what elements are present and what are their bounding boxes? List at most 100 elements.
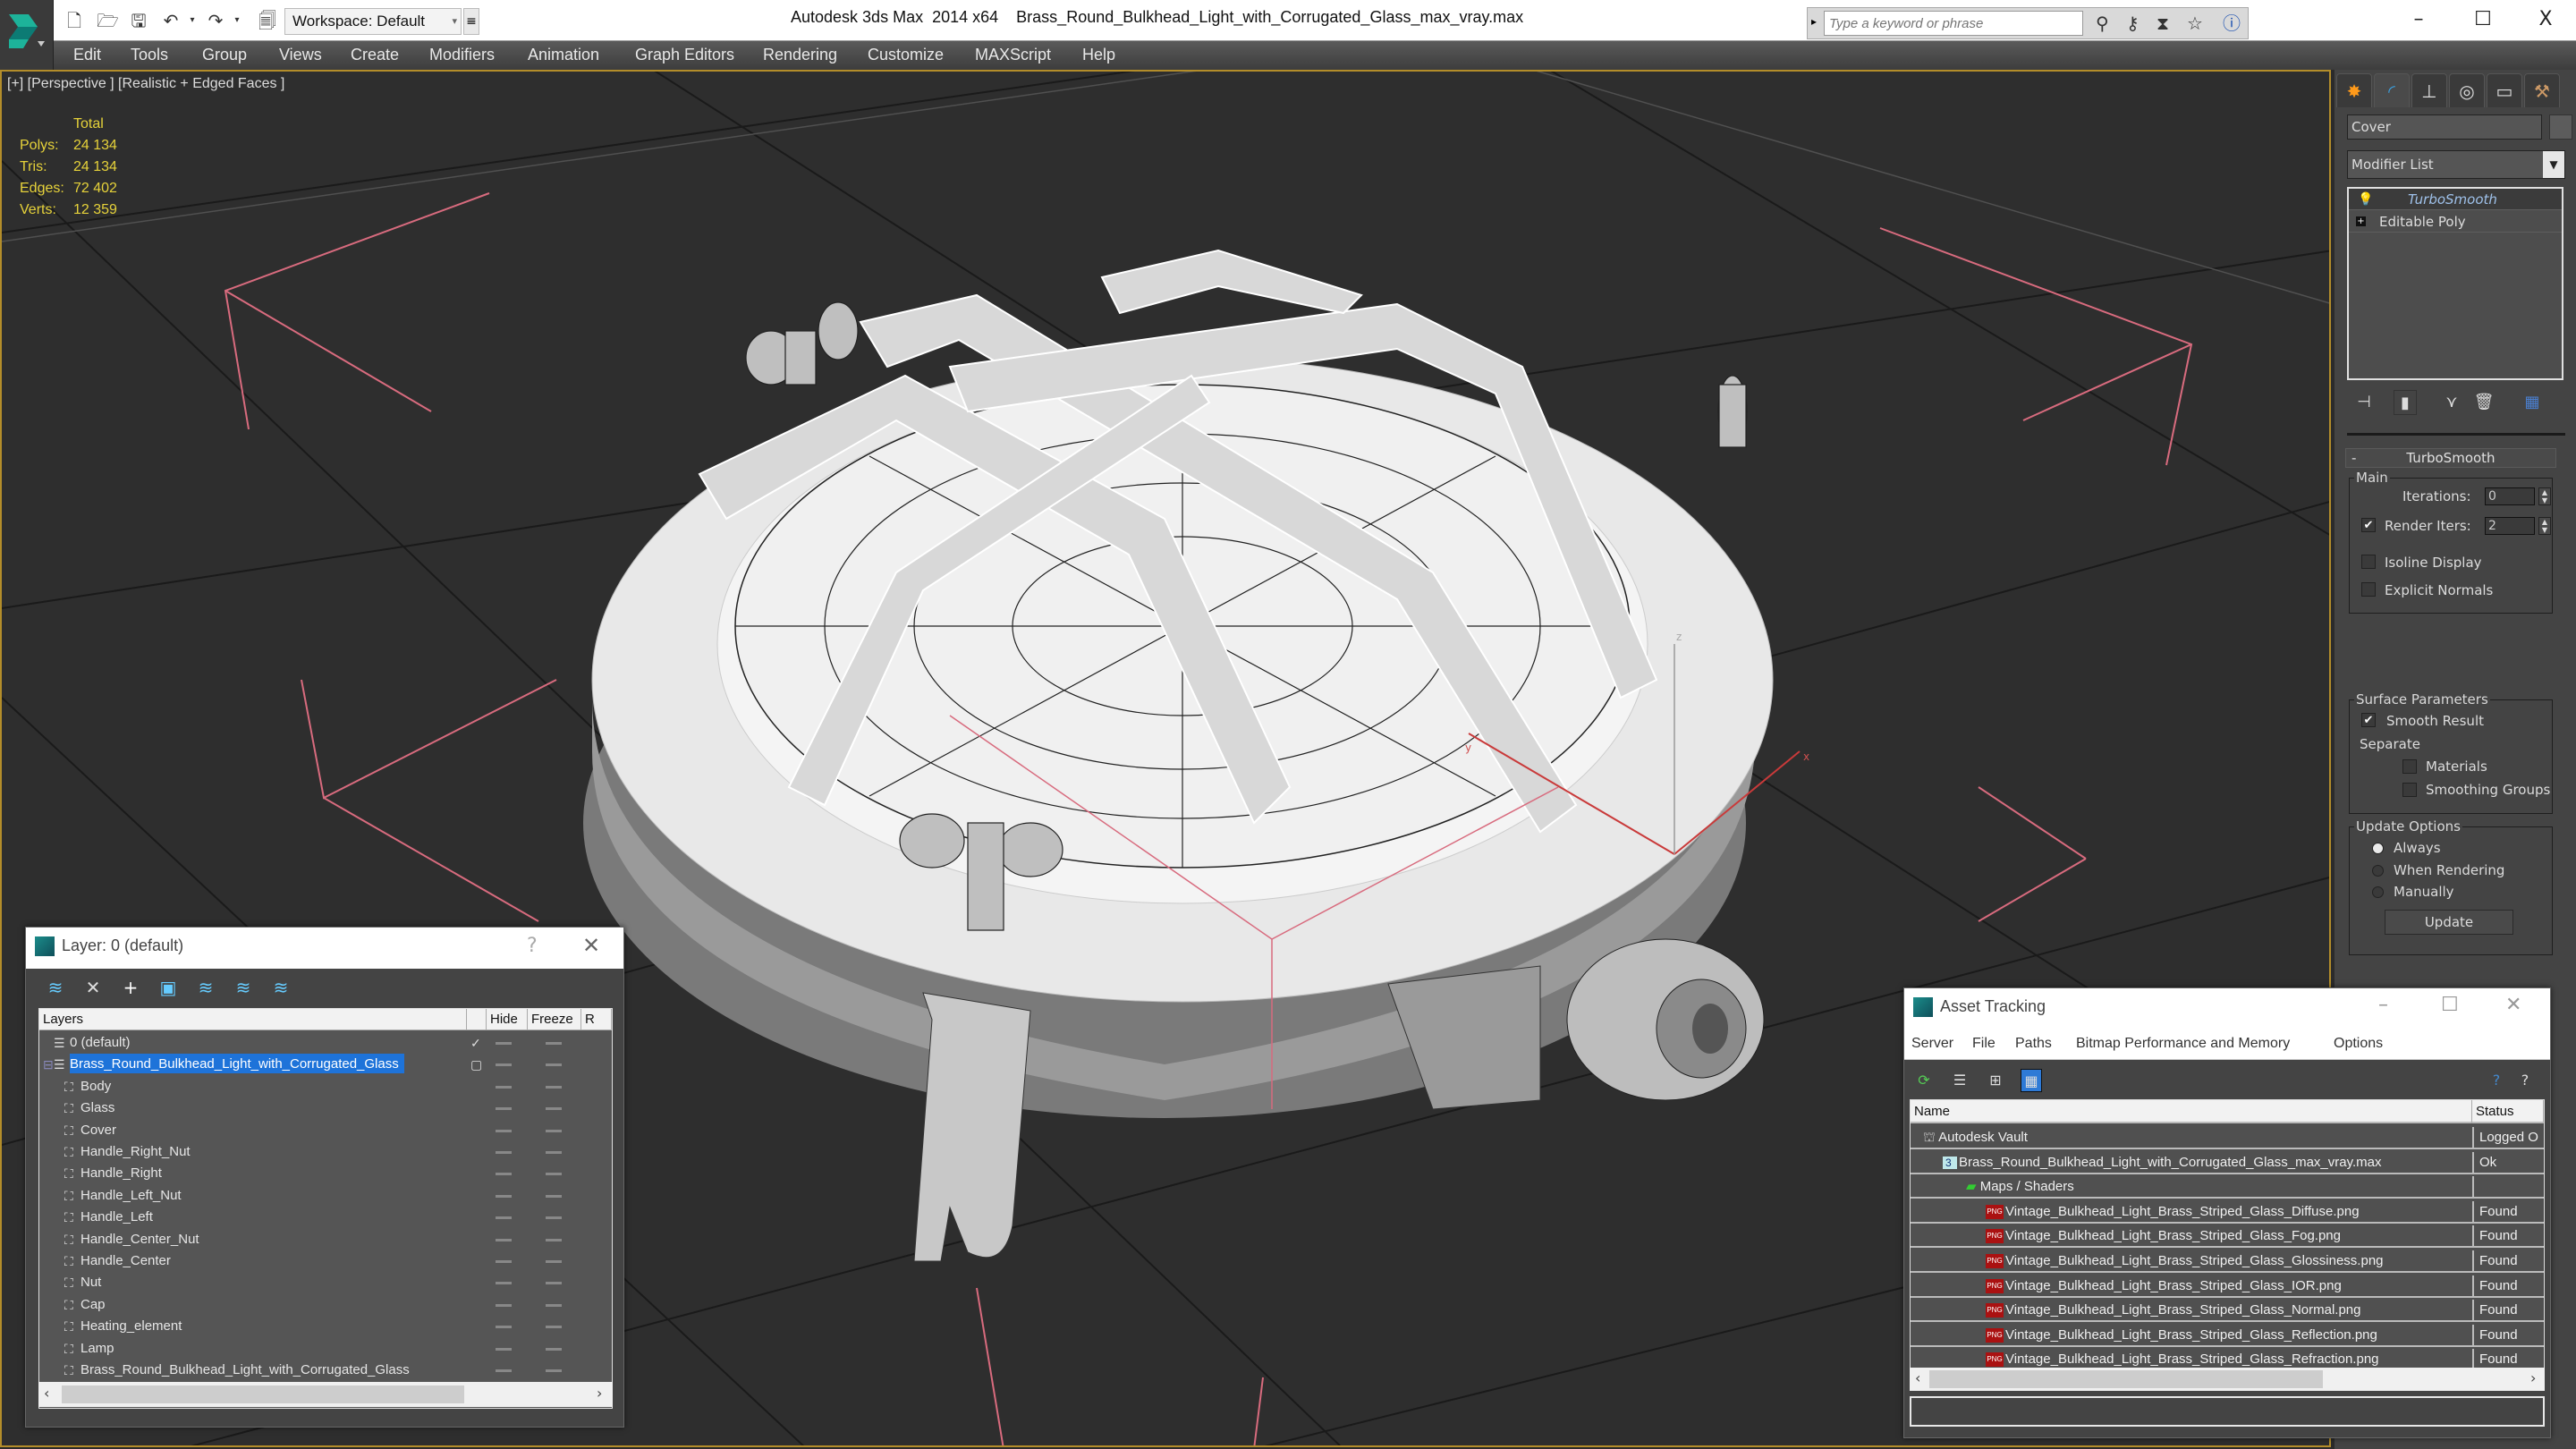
favorites-star-icon[interactable]: ☆ <box>2187 13 2203 33</box>
freeze-toggle[interactable] <box>546 1042 562 1045</box>
layer-name[interactable]: Glass <box>80 1097 120 1117</box>
freeze-toggle[interactable] <box>546 1216 562 1220</box>
render-iters-checkbox[interactable]: ✔ <box>2361 518 2376 532</box>
hide-toggle[interactable] <box>496 1063 512 1067</box>
expand-plus-icon[interactable]: + <box>2356 216 2366 226</box>
freeze-toggle[interactable] <box>546 1282 562 1285</box>
layer-horizontal-scrollbar[interactable]: ‹ › <box>38 1382 613 1407</box>
layer-name[interactable]: Brass_Round_Bulkhead_Light_with_Corrugat… <box>70 1054 404 1074</box>
menu-create[interactable]: Create <box>351 46 399 64</box>
layer-name[interactable]: Lamp <box>80 1338 120 1358</box>
scroll-left-icon[interactable]: ‹ <box>1915 1369 1920 1386</box>
layer-row[interactable]: ⊟ ☰ Brass_Round_Bulkhead_Light_with_Corrug… <box>39 1054 612 1075</box>
refresh-icon[interactable]: ⟳ <box>1913 1069 1935 1092</box>
hide-toggle[interactable] <box>496 1173 512 1176</box>
select-objects-in-layer-icon[interactable]: ▣ <box>157 976 180 999</box>
stack-item-turbosmooth[interactable]: 💡 TurboSmooth <box>2349 189 2562 210</box>
modify-tab[interactable]: ◜ <box>2374 73 2410 107</box>
menu-server[interactable]: Server <box>1911 1036 1953 1052</box>
current-layer-check-icon[interactable]: ✓ <box>470 1032 481 1054</box>
layer-object-row[interactable]: ⛶ Handle_Left <box>39 1207 612 1228</box>
asset-row[interactable]: ⛫ Autodesk Vault Logged O <box>1911 1127 2544 1149</box>
menu-modifiers[interactable]: Modifiers <box>429 46 495 64</box>
layer-name[interactable]: Cover <box>80 1120 122 1140</box>
column-hide[interactable]: Hide <box>487 1009 528 1030</box>
bulkhead-light-model[interactable] <box>583 249 1801 1262</box>
hide-toggle[interactable] <box>496 1326 512 1329</box>
minimize-button[interactable]: – <box>2392 4 2445 36</box>
delete-layer-icon[interactable]: ✕ <box>81 976 105 999</box>
menu-edit[interactable]: Edit <box>73 46 101 64</box>
layer-object-row[interactable]: ⛶ Handle_Center_Nut <box>39 1229 612 1250</box>
stack-item-editable-poly[interactable]: + Editable Poly <box>2349 211 2562 233</box>
freeze-toggle[interactable] <box>546 1063 562 1067</box>
menu-customize[interactable]: Customize <box>868 46 944 64</box>
asset-row[interactable]: 3 Brass_Round_Bulkhead_Light_with_Corrug… <box>1911 1151 2544 1174</box>
hide-toggle[interactable] <box>496 1282 512 1285</box>
menu-bitmap-performance[interactable]: Bitmap Performance and Memory <box>2076 1036 2290 1052</box>
key-icon[interactable]: ⚷ <box>2126 13 2140 33</box>
freeze-toggle[interactable] <box>546 1303 562 1307</box>
make-unique-icon[interactable]: ⋎ <box>2440 390 2463 415</box>
redo-icon[interactable]: ↷ <box>206 11 225 30</box>
layer-object-row[interactable]: ⛶ Glass <box>39 1097 612 1119</box>
redo-dropdown-icon[interactable]: ▾ <box>227 11 247 30</box>
tree-view-icon[interactable]: ⊞ <box>1985 1069 2006 1092</box>
hide-toggle[interactable] <box>496 1238 512 1241</box>
layer-row[interactable]: ☰ 0 (default) ✓ <box>39 1032 612 1054</box>
layer-name[interactable]: Cap <box>80 1294 111 1314</box>
column-current[interactable] <box>467 1009 487 1030</box>
object-name-field[interactable]: Cover <box>2347 114 2542 140</box>
scroll-left-icon[interactable]: ‹ <box>44 1385 49 1402</box>
scrollbar-thumb[interactable] <box>1929 1370 2323 1388</box>
asset-row[interactable]: PNG Vintage_Bulkhead_Light_Brass_Striped_… <box>1911 1200 2544 1224</box>
render-iters-spinner[interactable]: ▲ ▼ <box>2538 517 2551 535</box>
close-button[interactable]: X <box>2519 4 2572 36</box>
menu-help[interactable]: Help <box>1082 46 1115 64</box>
help-button[interactable]: ? <box>527 935 538 957</box>
close-button[interactable]: ✕ <box>582 933 600 958</box>
layer-name[interactable]: Handle_Center <box>80 1250 176 1270</box>
hide-toggle[interactable] <box>496 1151 512 1154</box>
column-freeze[interactable]: Freeze <box>528 1009 581 1030</box>
utilities-tab[interactable]: ⚒ <box>2524 73 2560 107</box>
close-button[interactable]: ✕ <box>2505 994 2521 1016</box>
menu-graph-editors[interactable]: Graph Editors <box>635 46 734 64</box>
layer-object-row[interactable]: ⛶ Body <box>39 1076 612 1097</box>
layer-object-row[interactable]: ⛶ Heating_element <box>39 1316 612 1337</box>
asset-path-field[interactable] <box>1910 1396 2545 1427</box>
layer-object-row[interactable]: ⛶ Handle_Left_Nut <box>39 1185 612 1207</box>
modifier-list-dropdown[interactable]: Modifier List ▼ <box>2347 150 2565 179</box>
update-manually-radio[interactable] <box>2372 886 2384 898</box>
scroll-right-icon[interactable]: › <box>2530 1369 2536 1386</box>
layer-name[interactable]: Brass_Round_Bulkhead_Light_with_Corrugat… <box>80 1360 415 1379</box>
menu-views[interactable]: Views <box>279 46 322 64</box>
menu-paths[interactable]: Paths <box>2015 1036 2052 1052</box>
layer-object-row[interactable]: ⛶ Lamp <box>39 1338 612 1360</box>
table-view-icon[interactable]: ▦ <box>2021 1069 2042 1092</box>
iterations-field[interactable]: 0 <box>2485 487 2535 505</box>
workspace-dropdown[interactable]: Workspace: Default ▾ <box>284 8 462 35</box>
layer-name[interactable]: Handle_Center_Nut <box>80 1229 205 1249</box>
freeze-toggle[interactable] <box>546 1194 562 1198</box>
hide-toggle[interactable] <box>496 1347 512 1351</box>
menu-options[interactable]: Options <box>2334 1036 2383 1052</box>
separate-smoothing-groups-checkbox[interactable] <box>2402 783 2417 797</box>
display-tab[interactable]: ▭ <box>2487 73 2522 107</box>
asset-row[interactable]: PNG Vintage_Bulkhead_Light_Brass_Striped_… <box>1911 1300 2544 1323</box>
layer-name[interactable]: Body <box>80 1076 116 1096</box>
collapse-icon[interactable]: ⊟ <box>43 1054 54 1075</box>
undo-dropdown-icon[interactable]: ▾ <box>182 11 202 30</box>
save-icon[interactable]: 🖫 <box>129 11 148 30</box>
separate-materials-checkbox[interactable] <box>2402 759 2417 774</box>
remove-modifier-icon[interactable]: 🗑 <box>2472 390 2496 415</box>
isoline-display-checkbox[interactable] <box>2361 555 2376 569</box>
layer-name[interactable]: 0 (default) <box>70 1032 136 1052</box>
create-tab[interactable]: ✸ <box>2336 73 2372 107</box>
hide-toggle[interactable] <box>496 1369 512 1372</box>
asset-horizontal-scrollbar[interactable]: ‹ › <box>1910 1368 2545 1391</box>
menu-animation[interactable]: Animation <box>528 46 599 64</box>
layer-object-row[interactable]: ⛶ Handle_Center <box>39 1250 612 1272</box>
communication-center-icon[interactable]: ⧗ <box>2157 13 2169 33</box>
layer-name[interactable]: Handle_Right <box>80 1163 167 1182</box>
